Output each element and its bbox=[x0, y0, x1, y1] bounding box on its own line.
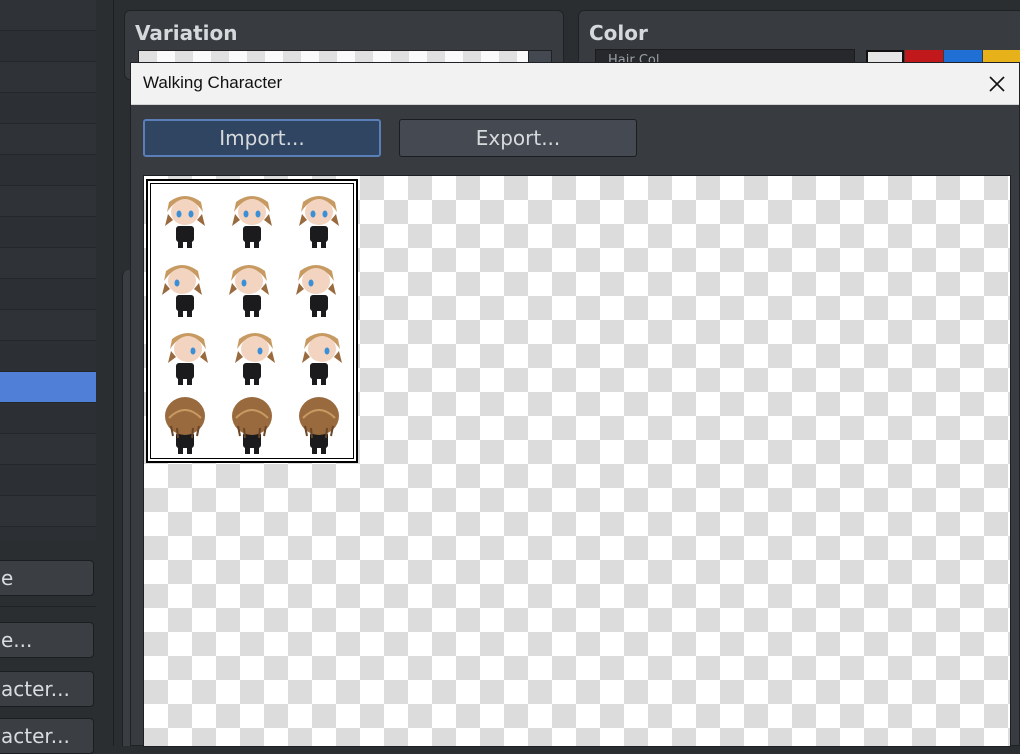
dialog-titlebar[interactable]: Walking Character bbox=[131, 63, 1019, 105]
left-edge bbox=[113, 0, 114, 746]
left-divider bbox=[0, 606, 96, 607]
list-item[interactable] bbox=[0, 124, 96, 155]
list-item[interactable] bbox=[0, 155, 96, 186]
left-button-1[interactable]: e bbox=[0, 560, 94, 596]
export-button[interactable]: Export... bbox=[399, 119, 637, 157]
left-button-2[interactable]: e... bbox=[0, 622, 94, 658]
sprite-frame-up bbox=[218, 390, 285, 459]
sprite-frame-right bbox=[218, 321, 285, 390]
preview-canvas[interactable] bbox=[143, 175, 1011, 747]
color-title: Color bbox=[589, 21, 648, 45]
sprite-frame-right bbox=[286, 321, 353, 390]
list-item[interactable] bbox=[0, 496, 96, 527]
import-button[interactable]: Import... bbox=[143, 119, 381, 157]
sprite-frame-left bbox=[218, 253, 285, 322]
left-button-4[interactable]: acter... bbox=[0, 718, 94, 754]
list-item[interactable] bbox=[0, 217, 96, 248]
sprite-frame-up bbox=[151, 390, 218, 459]
close-button[interactable] bbox=[975, 63, 1019, 104]
list-item[interactable] bbox=[0, 403, 96, 434]
variation-title: Variation bbox=[135, 21, 238, 45]
list-item[interactable] bbox=[0, 341, 96, 372]
list-item[interactable] bbox=[0, 527, 96, 540]
sprite-frame-up bbox=[286, 390, 353, 459]
sprite-frame-left bbox=[151, 253, 218, 322]
dialog-title: Walking Character bbox=[143, 73, 283, 92]
left-list[interactable] bbox=[0, 0, 97, 540]
list-item[interactable] bbox=[0, 62, 96, 93]
sprite-grid bbox=[150, 183, 354, 459]
list-item[interactable] bbox=[0, 310, 96, 341]
sprite-frame-down bbox=[286, 184, 353, 253]
list-item[interactable] bbox=[0, 93, 96, 124]
walking-character-dialog: Walking Character Import... Export... bbox=[130, 62, 1020, 747]
sprite-frame-right bbox=[151, 321, 218, 390]
sprite-frame-down bbox=[218, 184, 285, 253]
list-item[interactable] bbox=[0, 434, 96, 465]
list-item[interactable] bbox=[0, 186, 96, 217]
list-item[interactable] bbox=[0, 0, 96, 31]
close-icon bbox=[989, 75, 1005, 92]
left-gutter bbox=[96, 0, 114, 746]
sprite-frame-down bbox=[151, 184, 218, 253]
left-button-3[interactable]: acter... bbox=[0, 671, 94, 707]
list-item[interactable] bbox=[0, 248, 96, 279]
list-item[interactable] bbox=[0, 465, 96, 496]
sprite-frame-left bbox=[286, 253, 353, 322]
list-item[interactable] bbox=[0, 31, 96, 62]
list-item[interactable] bbox=[0, 279, 96, 310]
sprite-sheet bbox=[146, 179, 358, 463]
list-item-selected[interactable] bbox=[0, 372, 96, 403]
